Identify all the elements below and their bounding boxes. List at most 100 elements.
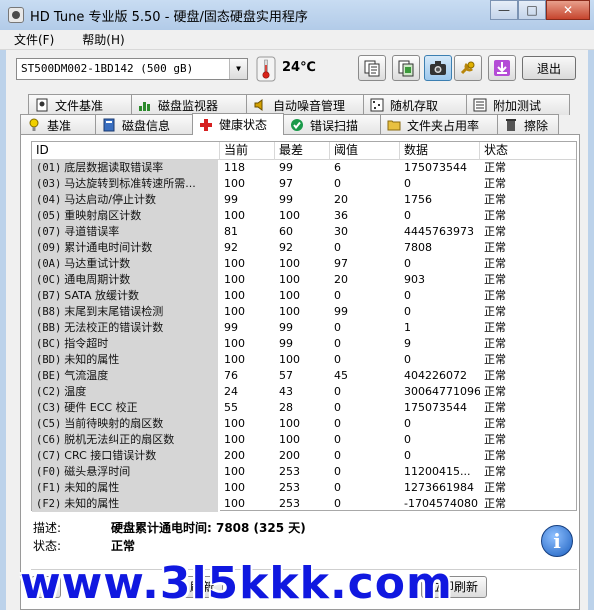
tab-label: 错误扫描 xyxy=(310,118,359,133)
table-row[interactable]: (C7) CRC 接口错误计数 200 200 0 0 正常 xyxy=(32,448,576,464)
table-row[interactable]: (B7) SATA 放缓计数 100 100 0 0 正常 xyxy=(32,288,576,304)
table-row[interactable]: (0A) 马达重试计数 100 100 97 0 正常 xyxy=(32,256,576,272)
col-data[interactable]: 数据 xyxy=(400,142,480,160)
col-status[interactable]: 状态 xyxy=(480,142,540,160)
current-cell: 100 xyxy=(224,353,245,366)
smart-table[interactable]: ID 当前 最差 阈值 数据 状态 (01) 底层数据读取错误率 118 99 6 175… xyxy=(31,141,577,512)
col-worst[interactable]: 最差 xyxy=(275,142,330,160)
tab-disk-info[interactable]: 磁盘信息 xyxy=(95,114,193,135)
tab-health[interactable]: 健康状态 xyxy=(192,113,284,135)
data-cell: 30064771096 xyxy=(404,385,480,398)
tab-label: 磁盘信息 xyxy=(122,118,171,133)
status-cell: 正常 xyxy=(484,177,506,190)
attribute-name: 指令超时 xyxy=(64,337,109,350)
threshold-cell: 0 xyxy=(334,241,341,254)
attribute-code: (05) xyxy=(36,210,62,222)
tab-noise-management[interactable]: 自动噪音管理 xyxy=(246,94,364,115)
tab-file-benchmark[interactable]: 文件基准 xyxy=(28,94,132,115)
table-row[interactable]: (BB) 无法校正的错误计数 99 99 0 1 正常 xyxy=(32,320,576,336)
table-row[interactable]: (F0) 磁头悬浮时间 100 253 0 11200415... 正常 xyxy=(32,464,576,480)
col-threshold[interactable]: 阈值 xyxy=(330,142,400,160)
table-row[interactable]: (03) 马达旋转到标准转速所需... 100 97 0 0 正常 xyxy=(32,176,576,192)
table-row[interactable]: (0C) 通电周期计数 100 100 20 903 正常 xyxy=(32,272,576,288)
table-row[interactable]: (09) 累计通电时间计数 92 92 0 7808 正常 xyxy=(32,240,576,256)
data-cell: 404226072 xyxy=(404,369,467,382)
copy-screenshot-button[interactable] xyxy=(392,55,420,81)
attribute-id-cell: (B7) SATA 放缓计数 xyxy=(32,288,220,304)
attribute-code: (07) xyxy=(36,226,62,238)
menu-file[interactable]: 文件(F) xyxy=(14,31,54,48)
exit-button[interactable]: 退出 xyxy=(522,56,576,80)
download-icon xyxy=(494,60,510,76)
worst-cell: 100 xyxy=(279,257,300,270)
tab-benchmark[interactable]: 基准 xyxy=(20,114,96,135)
table-row[interactable]: (04) 马达启动/停止计数 99 99 20 1756 正常 xyxy=(32,192,576,208)
table-row[interactable]: (B8) 末尾到末尾错误检测 100 100 99 0 正常 xyxy=(32,304,576,320)
attribute-id-cell: (BB) 无法校正的错误计数 xyxy=(32,320,220,336)
table-row[interactable]: (C2) 温度 24 43 0 30064771096 正常 xyxy=(32,384,576,400)
attribute-id-cell: (0C) 通电周期计数 xyxy=(32,272,220,288)
table-row[interactable]: (C6) 脱机无法纠正的扇区数 100 100 0 0 正常 xyxy=(32,432,576,448)
status-cell: 正常 xyxy=(484,273,506,286)
temperature-readout: 24℃ xyxy=(282,60,316,75)
status-cell: 正常 xyxy=(484,225,506,238)
current-cell: 100 xyxy=(224,417,245,430)
attribute-name: 累计通电时间计数 xyxy=(64,241,153,254)
threshold-cell: 0 xyxy=(334,337,341,350)
table-row[interactable]: (C5) 当前待映射的扇区数 100 100 0 0 正常 xyxy=(32,416,576,432)
table-row[interactable]: (F1) 未知的属性 100 253 0 1273661984 正常 xyxy=(32,480,576,496)
copy-text-button[interactable] xyxy=(358,55,386,81)
data-cell: 903 xyxy=(404,273,425,286)
worst-cell: 253 xyxy=(279,497,300,510)
table-row[interactable]: (01) 底层数据读取错误率 118 99 6 175073544 正常 xyxy=(32,160,576,176)
tab-error-scan[interactable]: 错误扫描 xyxy=(283,114,381,135)
current-cell: 100 xyxy=(224,289,245,302)
speaker-icon xyxy=(253,98,267,112)
table-row[interactable]: (05) 重映射扇区计数 100 100 36 0 正常 xyxy=(32,208,576,224)
drive-select[interactable]: ST500DM002-1BD142 (500 gB) ▼ xyxy=(16,58,248,80)
attribute-id-cell: (BC) 指令超时 xyxy=(32,336,220,352)
tab-folder-usage[interactable]: 文件夹占用率 xyxy=(380,114,498,135)
attribute-code: (09) xyxy=(36,242,62,254)
col-current[interactable]: 当前 xyxy=(220,142,275,160)
data-cell: 4445763973 xyxy=(404,225,474,238)
save-button[interactable] xyxy=(488,55,516,81)
tab-row-1: 文件基准 磁盘监视器 自动噪音管理 随机存取 附加测试 xyxy=(28,94,570,115)
table-row[interactable]: (07) 寻道错误率 81 60 30 4445763973 正常 xyxy=(32,224,576,240)
worst-cell: 28 xyxy=(279,401,293,414)
menu-help[interactable]: 帮助(H) xyxy=(82,31,124,48)
attribute-id-cell: (C5) 当前待映射的扇区数 xyxy=(32,416,220,432)
current-cell: 100 xyxy=(224,209,245,222)
close-button[interactable]: ✕ xyxy=(546,0,590,20)
tab-erase[interactable]: 擦除 xyxy=(497,114,559,135)
attribute-id-cell: (0A) 马达重试计数 xyxy=(32,256,220,272)
table-row[interactable]: (F2) 未知的属性 100 253 0 -1704574080 正常 xyxy=(32,496,576,512)
table-row[interactable]: (C3) 硬件 ECC 校正 55 28 0 175073544 正常 xyxy=(32,400,576,416)
options-icon xyxy=(460,61,475,75)
col-id[interactable]: ID xyxy=(32,142,220,160)
minimize-button[interactable]: — xyxy=(490,0,518,20)
tab-random-access[interactable]: 随机存取 xyxy=(363,94,467,115)
current-cell: 100 xyxy=(224,337,245,350)
tab-label: 擦除 xyxy=(524,118,549,133)
tab-label: 健康状态 xyxy=(219,118,268,132)
chevron-down-icon[interactable]: ▼ xyxy=(229,59,247,79)
maximize-button[interactable]: □ xyxy=(518,0,546,20)
status-cell: 正常 xyxy=(484,161,506,174)
table-row[interactable]: (BD) 未知的属性 100 100 0 0 正常 xyxy=(32,352,576,368)
current-cell: 81 xyxy=(224,225,238,238)
worst-cell: 100 xyxy=(279,209,300,222)
info-icon[interactable]: i xyxy=(541,525,573,557)
tab-disk-monitor[interactable]: 磁盘监视器 xyxy=(131,94,247,115)
worst-cell: 43 xyxy=(279,385,293,398)
threshold-cell: 6 xyxy=(334,161,341,174)
options-button[interactable] xyxy=(454,55,482,81)
tab-extra-tests[interactable]: 附加测试 xyxy=(466,94,570,115)
attribute-name: 通电周期计数 xyxy=(64,273,131,286)
attribute-code: (C7) xyxy=(36,450,62,462)
table-row[interactable]: (BC) 指令超时 100 99 0 9 正常 xyxy=(32,336,576,352)
worst-cell: 200 xyxy=(279,449,300,462)
table-row[interactable]: (BE) 气流温度 76 57 45 404226072 正常 xyxy=(32,368,576,384)
attribute-name: 未知的属性 xyxy=(64,497,120,510)
screenshot-button[interactable] xyxy=(424,55,452,81)
